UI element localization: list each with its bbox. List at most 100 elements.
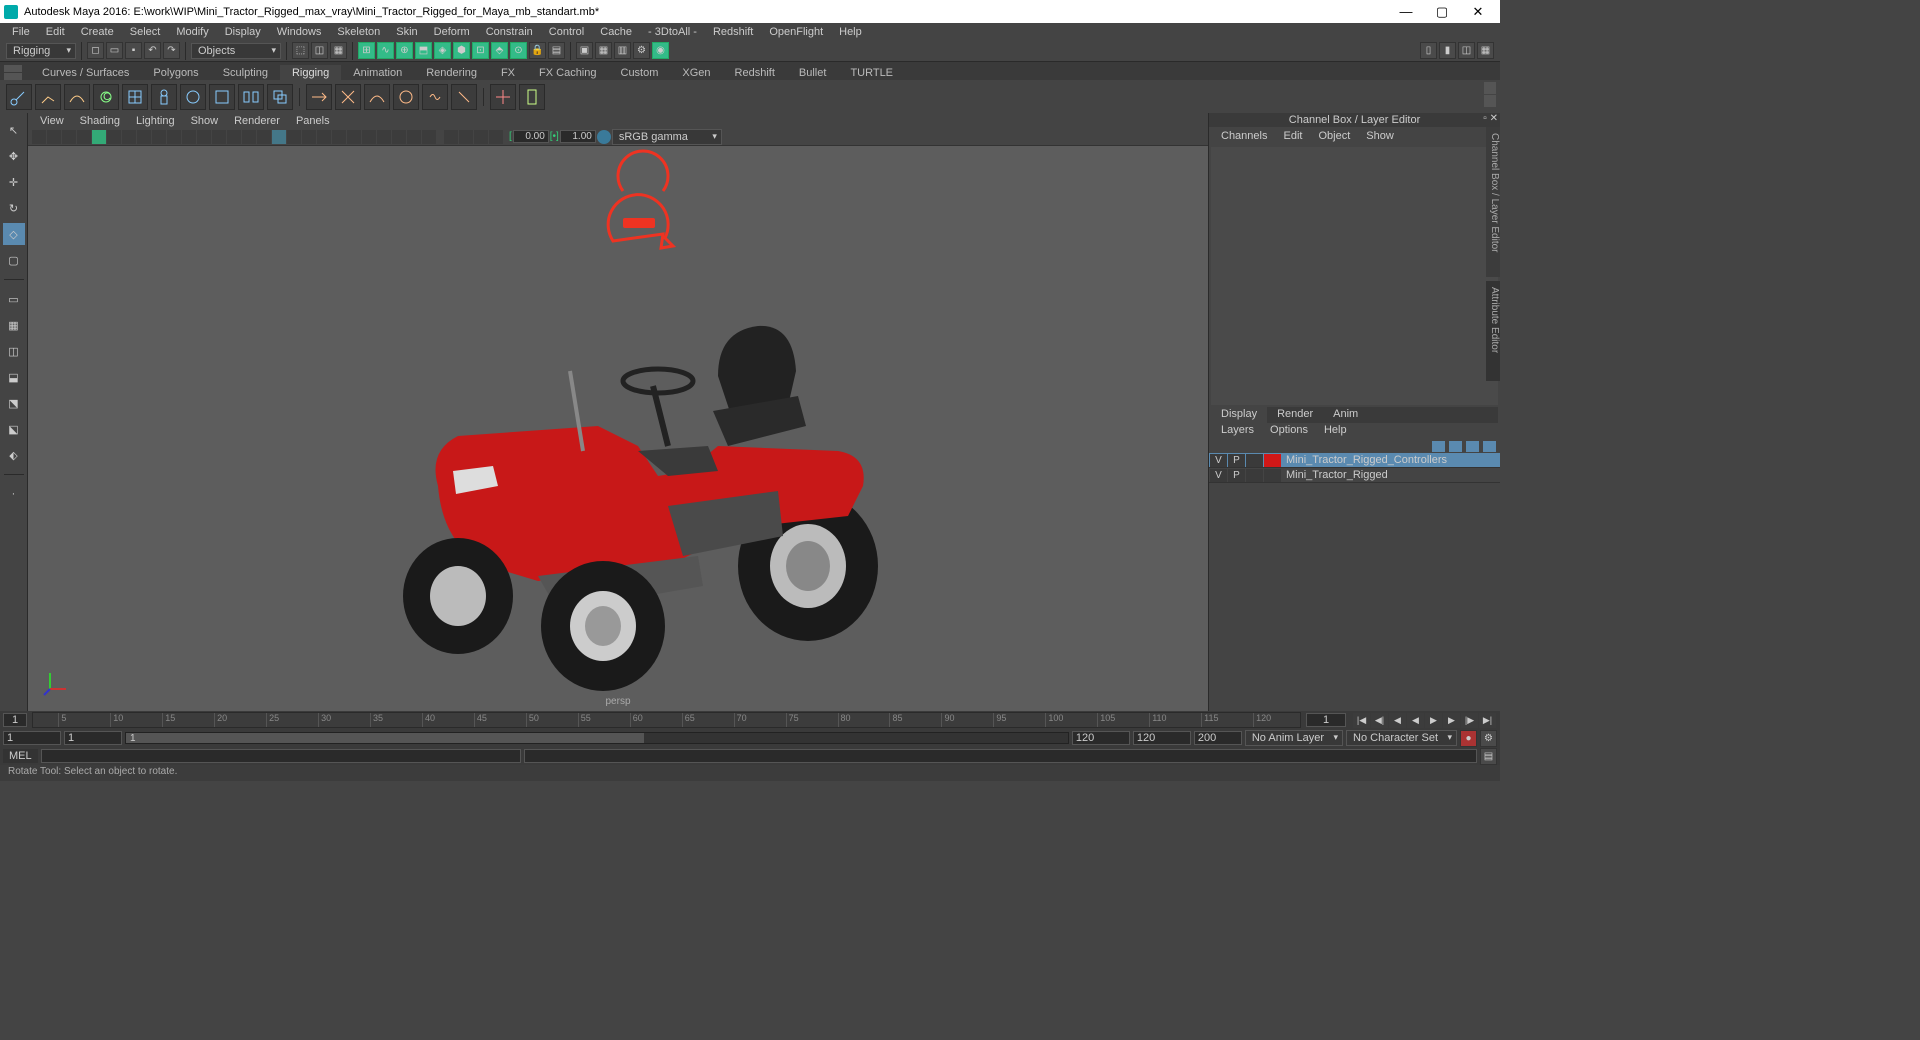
shelf-tab-xgen[interactable]: XGen — [670, 65, 722, 80]
pt-s4-icon[interactable] — [362, 130, 376, 144]
wrap-icon[interactable] — [335, 84, 361, 110]
vertical-tab-channelbox[interactable]: Channel Box / Layer Editor — [1486, 127, 1500, 277]
shelf-tab-animation[interactable]: Animation — [341, 65, 414, 80]
toolbox-more-icon[interactable]: · — [3, 483, 25, 505]
step-back-button[interactable]: ◀ — [1389, 713, 1406, 728]
shelf-tab-sculpting[interactable]: Sculpting — [211, 65, 280, 80]
select-by-object-icon[interactable]: ◫ — [311, 42, 328, 59]
range-start-field[interactable]: 1 — [3, 731, 61, 745]
layer-vis-toggle[interactable]: V — [1210, 469, 1227, 482]
go-end-button[interactable]: ▶| — [1479, 713, 1496, 728]
snap-magnet-icon[interactable]: ⬘ — [491, 42, 508, 59]
pt-s1-icon[interactable] — [317, 130, 331, 144]
pt-s12-icon[interactable] — [489, 130, 503, 144]
nonlinear-icon[interactable] — [451, 84, 477, 110]
sculpt-icon[interactable] — [393, 84, 419, 110]
mirror-weights-icon[interactable] — [238, 84, 264, 110]
open-scene-icon[interactable]: ▭ — [106, 42, 123, 59]
selection-mode-dropdown[interactable]: Objects — [191, 43, 281, 59]
range-track[interactable]: 1 — [125, 732, 1069, 744]
pt-film-icon[interactable] — [77, 130, 91, 144]
shelf-tab-fx[interactable]: FX — [489, 65, 527, 80]
menu-dtoall[interactable]: - 3DtoAll - — [640, 25, 705, 39]
pt-camera-icon[interactable] — [32, 130, 46, 144]
pt-ao-icon[interactable] — [227, 130, 241, 144]
shelf-tab-rendering[interactable]: Rendering — [414, 65, 489, 80]
panel-menu-renderer[interactable]: Renderer — [226, 115, 288, 127]
shelf-tab-fxcaching[interactable]: FX Caching — [527, 65, 608, 80]
menu-file[interactable]: File — [4, 25, 38, 39]
pt-s10-icon[interactable] — [459, 130, 473, 144]
prefs-icon[interactable]: ⚙ — [1480, 730, 1497, 747]
range-out-field[interactable]: 120 — [1072, 731, 1130, 745]
layout-outliner-icon[interactable]: ◫ — [3, 340, 25, 362]
cb-menu-edit[interactable]: Edit — [1275, 130, 1310, 142]
snap-view-icon[interactable]: ◈ — [434, 42, 451, 59]
menu-edit[interactable]: Edit — [38, 25, 73, 39]
close-button[interactable]: ✕ — [1460, 4, 1496, 20]
panel-layout4-icon[interactable]: ▦ — [1477, 42, 1494, 59]
layer-tab-render[interactable]: Render — [1267, 407, 1323, 423]
pt-grid-icon[interactable] — [92, 130, 106, 144]
select-by-hierarchy-icon[interactable]: ⬚ — [292, 42, 309, 59]
menu-create[interactable]: Create — [73, 25, 122, 39]
layer-playback-toggle[interactable]: P — [1228, 469, 1245, 482]
layer-move-down-icon[interactable] — [1449, 441, 1462, 452]
layout-single-icon[interactable]: ▭ — [3, 288, 25, 310]
shelf-custom1-icon[interactable] — [4, 65, 22, 72]
shelf-tab-redshift[interactable]: Redshift — [723, 65, 787, 80]
panel-menu-view[interactable]: View — [32, 115, 72, 127]
cb-menu-show[interactable]: Show — [1358, 130, 1402, 142]
pt-light-icon[interactable] — [197, 130, 211, 144]
shelf-tab-turtle[interactable]: TURTLE — [838, 65, 905, 80]
panel-dock-icon[interactable]: ▫ ✕ — [1483, 113, 1498, 124]
last-tool-icon[interactable]: ▢ — [3, 249, 25, 271]
pt-shade-icon[interactable] — [167, 130, 181, 144]
layer-menu-layers[interactable]: Layers — [1213, 424, 1262, 439]
pt-exposure-icon[interactable] — [597, 130, 611, 144]
ik-handle-icon[interactable] — [35, 84, 61, 110]
viewport[interactable]: persp — [28, 146, 1208, 711]
near-clip-input[interactable]: 0.00 — [513, 130, 549, 143]
lasso-tool-icon[interactable]: ✥ — [3, 145, 25, 167]
select-by-component-icon[interactable]: ▦ — [330, 42, 347, 59]
time-ruler[interactable]: 5101520253035404550556065707580859095100… — [32, 712, 1301, 728]
pt-isolate-icon[interactable] — [287, 130, 301, 144]
layer-type-toggle[interactable] — [1246, 469, 1263, 482]
range-in-field[interactable]: 1 — [64, 731, 122, 745]
step-forward-key-button[interactable]: |▶ — [1461, 713, 1478, 728]
layer-new-sel-icon[interactable] — [1483, 441, 1496, 452]
pt-vp2-icon[interactable] — [302, 130, 316, 144]
layer-vis-toggle[interactable]: V — [1210, 454, 1227, 467]
auto-key-icon[interactable]: ● — [1460, 730, 1477, 747]
lock-icon[interactable]: 🔒 — [529, 42, 546, 59]
snap-center-icon[interactable]: ⊙ — [510, 42, 527, 59]
layer-row[interactable]: VPMini_Tractor_Rigged — [1209, 468, 1500, 483]
layer-playback-toggle[interactable]: P — [1228, 454, 1245, 467]
menu-windows[interactable]: Windows — [269, 25, 330, 39]
current-frame-field[interactable]: 1 — [3, 713, 27, 727]
color-space-dropdown[interactable]: sRGB gamma — [612, 129, 722, 145]
snap-live-icon[interactable]: ⬢ — [453, 42, 470, 59]
pt-image-icon[interactable] — [62, 130, 76, 144]
ipr-render-icon[interactable]: ▦ — [595, 42, 612, 59]
layer-tab-display[interactable]: Display — [1211, 407, 1267, 423]
step-forward-button[interactable]: ▶ — [1443, 713, 1460, 728]
pt-wire-icon[interactable] — [152, 130, 166, 144]
menu-skin[interactable]: Skin — [388, 25, 425, 39]
history-icon[interactable]: ▤ — [548, 42, 565, 59]
pt-motion-icon[interactable] — [257, 130, 271, 144]
menu-select[interactable]: Select — [122, 25, 169, 39]
shelf-custom2-icon[interactable] — [4, 73, 22, 80]
layer-move-up-icon[interactable] — [1432, 441, 1445, 452]
pt-res-icon[interactable] — [122, 130, 136, 144]
select-tool-icon[interactable]: ↖ — [3, 119, 25, 141]
play-back-button[interactable]: ◀ — [1407, 713, 1424, 728]
pt-s2-icon[interactable] — [332, 130, 346, 144]
pt-s5-icon[interactable] — [377, 130, 391, 144]
hypershade-icon[interactable]: ◉ — [652, 42, 669, 59]
menu-help[interactable]: Help — [831, 25, 870, 39]
pt-s3-icon[interactable] — [347, 130, 361, 144]
snap-toggle-icon[interactable]: ⊡ — [472, 42, 489, 59]
shelf-scroll-up-icon[interactable] — [1484, 82, 1496, 94]
